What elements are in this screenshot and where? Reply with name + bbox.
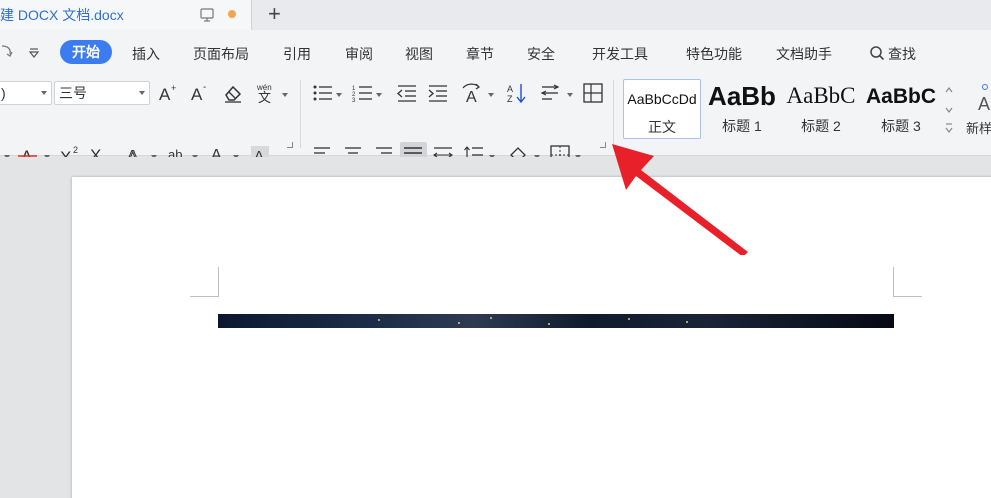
image-detail <box>378 319 380 321</box>
shrink-font-icon[interactable]: A- <box>189 82 211 104</box>
search-label[interactable]: 查找 <box>888 44 916 64</box>
image-detail <box>490 317 492 319</box>
style-heading-1[interactable]: AaBb 标题 1 <box>703 79 781 139</box>
outdent-icon[interactable] <box>396 82 418 104</box>
clear-format-icon[interactable] <box>222 82 244 104</box>
image-detail <box>548 323 550 325</box>
tab-insert[interactable]: 插入 <box>132 44 160 64</box>
table-icon[interactable] <box>582 82 604 104</box>
document-tab[interactable]: 建 DOCX 文档.docx <box>0 0 252 30</box>
bullets-icon[interactable] <box>312 82 334 104</box>
image-detail <box>686 321 688 323</box>
dialog-launcher-icon[interactable] <box>600 142 606 148</box>
svg-text:+: + <box>171 83 176 93</box>
font-family-value: ) <box>1 85 6 101</box>
redo-icon[interactable] <box>0 43 14 59</box>
document-tab-title: 建 DOCX 文档.docx <box>0 7 124 23</box>
group-separator <box>613 80 614 148</box>
svg-text:2: 2 <box>73 145 78 155</box>
group-separator <box>300 80 301 148</box>
style-preview: AaBbC <box>865 85 936 108</box>
font-size-value: 三号 <box>59 85 87 101</box>
phonetic-icon[interactable]: wén 文 <box>255 82 277 104</box>
tab-sections[interactable]: 章节 <box>466 44 494 64</box>
svg-text:Z: Z <box>507 94 513 104</box>
style-caption: 标题 2 <box>801 118 841 134</box>
chevron-down-icon <box>139 91 145 95</box>
monitor-icon[interactable] <box>199 7 215 23</box>
crop-mark <box>190 296 218 297</box>
chevron-down-icon <box>41 91 47 95</box>
new-style-icon[interactable]: A <box>974 82 991 114</box>
svg-text:文: 文 <box>258 91 271 104</box>
tab-security[interactable]: 安全 <box>527 44 555 64</box>
chevron-down-icon[interactable] <box>336 93 342 97</box>
indent-icon[interactable] <box>427 82 449 104</box>
dialog-launcher-icon[interactable] <box>287 142 293 148</box>
crop-mark <box>894 296 922 297</box>
tab-review[interactable]: 审阅 <box>345 44 373 64</box>
svg-text:A: A <box>159 85 171 104</box>
style-heading-2[interactable]: AaBbC 标题 2 <box>781 79 861 139</box>
tab-view[interactable]: 视图 <box>405 44 433 64</box>
tab-doc-assistant[interactable]: 文档助手 <box>776 44 832 64</box>
svg-text:A: A <box>507 84 513 94</box>
text-direction-icon[interactable]: A <box>461 82 483 104</box>
sort-icon[interactable]: AZ <box>506 82 528 104</box>
chevron-down-icon[interactable] <box>567 93 573 97</box>
ribbon-tabs: 开始 插入 页面布局 引用 审阅 视图 章节 安全 开发工具 特色功能 文档助手… <box>0 30 991 70</box>
style-preview: AaBb <box>708 81 776 111</box>
svg-text:A: A <box>191 85 203 104</box>
font-family-combo[interactable]: ) <box>0 81 52 105</box>
title-bar: 建 DOCX 文档.docx + <box>0 0 991 30</box>
numbering-icon[interactable]: 123 <box>352 82 374 104</box>
chevron-down-icon[interactable] <box>488 93 494 97</box>
style-normal[interactable]: AaBbCcDd 正文 <box>623 79 701 139</box>
search-icon[interactable] <box>869 45 885 61</box>
annotation-arrow <box>612 144 748 255</box>
chevron-down-icon[interactable] <box>376 93 382 97</box>
svg-text:3: 3 <box>352 98 356 104</box>
tab-features[interactable]: 特色功能 <box>686 44 742 64</box>
image-detail <box>628 318 630 320</box>
inserted-image[interactable] <box>218 314 894 328</box>
crop-mark <box>218 267 219 297</box>
chevron-down-icon[interactable] <box>282 93 288 97</box>
unsaved-indicator <box>228 10 236 18</box>
tab-page-layout[interactable]: 页面布局 <box>193 44 249 64</box>
style-heading-3[interactable]: AaBbC 标题 3 <box>861 79 941 139</box>
document-workspace <box>0 157 991 498</box>
svg-text:-: - <box>203 82 206 93</box>
tab-start[interactable]: 开始 <box>60 40 112 64</box>
svg-text:A: A <box>466 89 477 104</box>
new-style-label[interactable]: 新样 <box>966 118 991 137</box>
document-page[interactable] <box>72 177 991 498</box>
new-tab-button[interactable]: + <box>268 2 281 26</box>
grow-font-icon[interactable]: A + <box>157 82 179 104</box>
line-spacing-icon[interactable] <box>540 82 562 104</box>
svg-text:A: A <box>978 94 990 114</box>
crop-mark <box>893 267 894 297</box>
style-preview: AaBbC <box>786 83 856 108</box>
styles-gallery-scroll[interactable] <box>942 80 956 138</box>
style-caption: 标题 1 <box>722 118 762 134</box>
font-size-combo[interactable]: 三号 <box>54 81 150 105</box>
tab-developer[interactable]: 开发工具 <box>592 44 648 64</box>
style-caption: 标题 3 <box>881 118 921 134</box>
style-caption: 正文 <box>648 119 676 135</box>
quick-access-more-icon[interactable] <box>28 46 40 58</box>
image-detail <box>458 322 460 324</box>
style-preview: AaBbCcDd <box>627 91 697 107</box>
styles-gallery: AaBbCcDd 正文 AaBb 标题 1 AaBbC 标题 2 AaBbC 标… <box>621 79 957 139</box>
tab-references[interactable]: 引用 <box>283 44 311 64</box>
